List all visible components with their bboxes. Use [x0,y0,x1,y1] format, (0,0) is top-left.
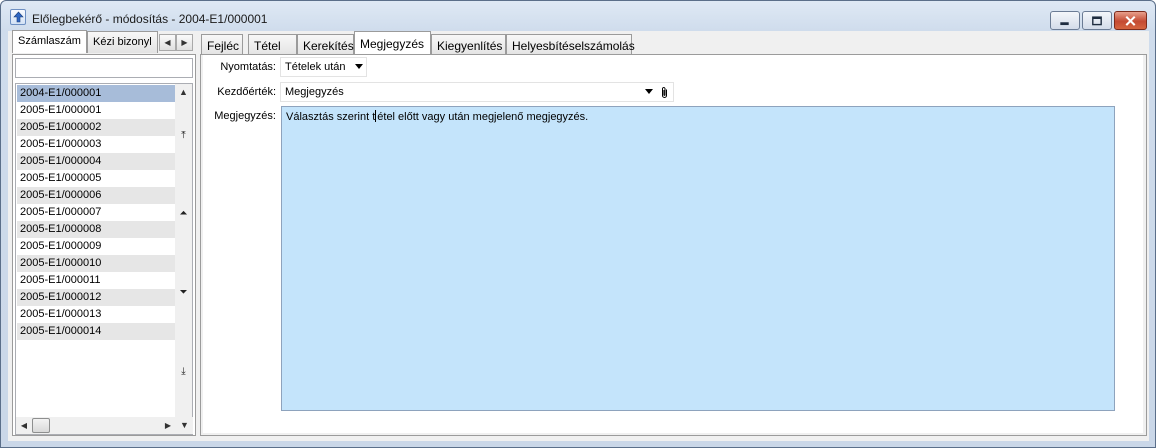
window-title: Előlegbekérő - módosítás - 2004-E1/00000… [32,12,268,26]
attachment-icon[interactable] [660,86,669,99]
tab-scroll-right-icon[interactable]: ▶ [176,34,193,51]
list-item[interactable]: 2005-E1/000013 [17,306,176,323]
first-record-icon[interactable]: ⤒ [175,129,192,143]
note-tab-panel: Nyomtatás: Tételek után Kezdőérték: Megj… [200,54,1147,436]
list-item[interactable]: 2005-E1/000005 [17,170,176,187]
kezdoertek-label: Kezdőérték: [217,86,276,98]
list-item[interactable]: 2004-E1/000001 [17,85,176,102]
title-bar[interactable]: Előlegbekérő - módosítás - 2004-E1/00000… [1,1,1155,31]
page-up-icon[interactable]: ⏶ [175,207,192,221]
invoice-list[interactable]: 2004-E1/000001 2005-E1/000001 2005-E1/00… [15,83,193,435]
note-text-after-caret: étel előtt vagy után megjelenő megjegyzé… [377,111,589,123]
list-item[interactable]: 2005-E1/000001 [17,102,176,119]
app-icon[interactable] [10,9,26,25]
chevron-down-icon [645,89,653,94]
kezdoertek-dropdown[interactable]: Megjegyzés [280,82,674,102]
search-input[interactable] [15,58,193,78]
scroll-up-icon[interactable]: ▲ [175,84,192,101]
nyomtatas-dropdown[interactable]: Tételek után [280,57,367,77]
note-text-before-caret: Választás szerint t [286,111,376,123]
list-item[interactable]: 2005-E1/000008 [17,221,176,238]
last-record-icon[interactable]: ⤓ [175,365,192,379]
close-button[interactable] [1114,11,1147,30]
tab-helyesbiteselszamolas[interactable]: Helyesbítéselszámolás [506,34,635,55]
nyomtatas-value: Tételek után [285,61,346,73]
tab-kezi-bizonylat[interactable]: Kézi bizonyl [87,31,158,53]
list-item[interactable]: 2005-E1/000010 [17,255,176,272]
note-textarea[interactable]: Választás szerint t étel előtt vagy után … [281,106,1115,411]
list-item[interactable]: 2005-E1/000006 [17,187,176,204]
client-area: Számlaszám Kézi bizonyl ◀ ▶ 2004-E1/0000… [8,30,1149,441]
list-horizontal-scrollbar[interactable]: ◀ ▶ [16,417,176,434]
list-item[interactable]: 2005-E1/000011 [17,272,176,289]
maximize-button[interactable] [1082,11,1112,30]
list-item[interactable]: 2005-E1/000007 [17,204,176,221]
list-item[interactable]: 2005-E1/000004 [17,153,176,170]
scroll-down-icon[interactable]: ▼ [176,417,193,434]
note-form: Nyomtatás: Tételek után Kezdőérték: Megj… [203,55,1143,433]
nyomtatas-label: Nyomtatás: [220,61,276,73]
list-vertical-scrollbar[interactable]: ▲ ⤒ ⏶ ⏷ ⤓ [175,84,192,418]
minimize-button[interactable] [1050,11,1080,30]
chevron-down-icon [355,64,363,69]
kezdoertek-value: Megjegyzés [285,86,344,98]
scroll-left-icon[interactable]: ◀ [16,417,32,434]
window: Előlegbekérő - módosítás - 2004-E1/00000… [0,0,1156,448]
tab-szamlaszam[interactable]: Számlaszám [12,30,87,53]
list-item[interactable]: 2005-E1/000012 [17,289,176,306]
scroll-thumb[interactable] [32,418,50,433]
tab-fejlec[interactable]: Fejléc [201,34,243,55]
scroll-right-icon[interactable]: ▶ [160,417,176,434]
list-item[interactable]: 2005-E1/000002 [17,119,176,136]
tab-megjegyzes[interactable]: Megjegyzés [354,31,431,55]
invoice-list-panel: 2004-E1/000001 2005-E1/000001 2005-E1/00… [12,54,196,436]
tab-scroll-left-icon[interactable]: ◀ [159,34,176,51]
tab-kiegyenlites[interactable]: Kiegyenlítés [431,34,506,55]
list-item[interactable]: 2005-E1/000009 [17,238,176,255]
tab-kerekites[interactable]: Kerekítés [297,34,354,55]
megjegyzes-label: Megjegyzés: [214,110,276,122]
page-down-icon[interactable]: ⏷ [175,286,192,300]
tab-tetel[interactable]: Tétel [248,34,297,55]
list-item[interactable]: 2005-E1/000003 [17,136,176,153]
list-item[interactable]: 2005-E1/000014 [17,323,176,340]
